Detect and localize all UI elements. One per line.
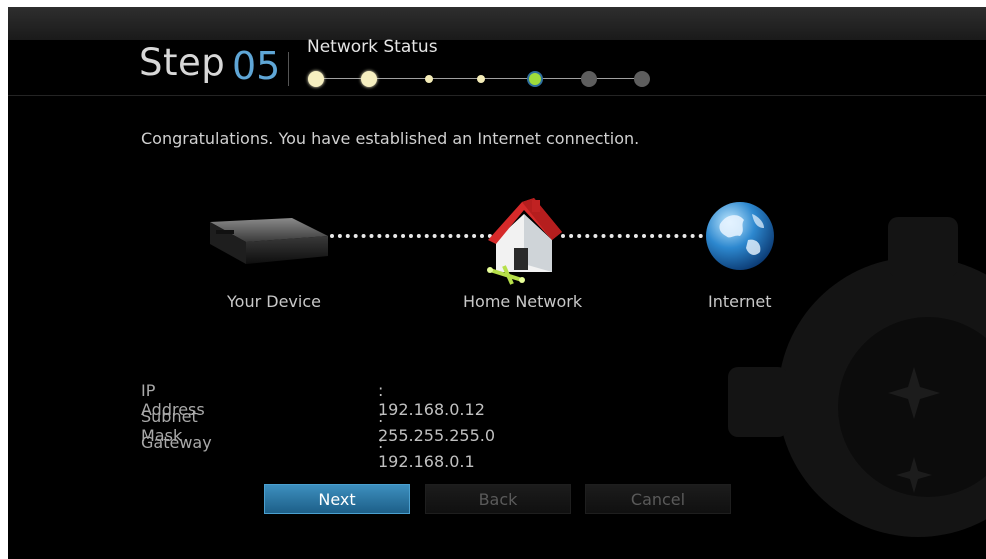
link-device-home	[330, 234, 500, 238]
step-number: 05	[232, 44, 281, 88]
device-label: Your Device	[227, 292, 321, 311]
progress-dot-7	[634, 71, 650, 87]
info-label: Gateway	[141, 433, 212, 452]
home-network-icon	[487, 198, 562, 285]
back-button[interactable]: Back	[425, 484, 571, 514]
connection-message: Congratulations. You have established an…	[141, 129, 640, 148]
step-progress	[308, 68, 650, 90]
device-icon	[210, 218, 328, 264]
step-separator	[288, 52, 289, 86]
info-value: : 192.168.0.1	[378, 433, 475, 471]
setup-screen: Step 05 Network Status Congratulations. …	[8, 7, 986, 559]
progress-dot-1	[308, 71, 324, 87]
top-bar	[8, 7, 986, 40]
cancel-button[interactable]: Cancel	[585, 484, 731, 514]
step-word: Step	[139, 41, 226, 84]
next-button[interactable]: Next	[264, 484, 410, 514]
gear-watermark-icon	[728, 217, 986, 537]
step-header: Step 05 Network Status	[8, 37, 986, 96]
progress-dot-current	[527, 71, 543, 87]
progress-dot-6	[581, 71, 597, 87]
home-network-label: Home Network	[463, 292, 583, 311]
progress-dot-3	[425, 75, 433, 83]
link-home-internet	[561, 234, 711, 238]
progress-dot-2	[361, 71, 377, 87]
progress-dot-4	[477, 75, 485, 83]
step-title: Network Status	[307, 37, 438, 57]
